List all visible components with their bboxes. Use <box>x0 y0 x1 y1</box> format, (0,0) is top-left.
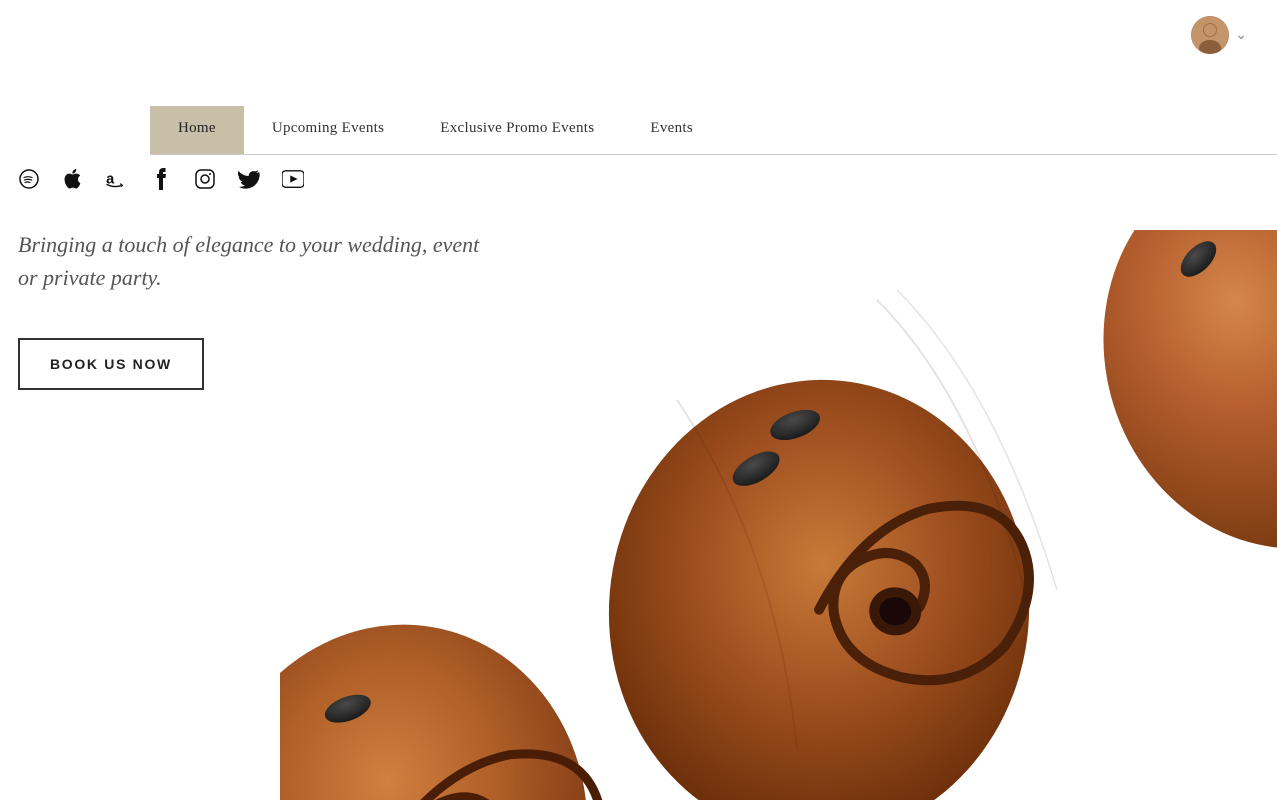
nav-item-exclusive-promo[interactable]: Exclusive Promo Events <box>412 106 622 154</box>
nav-item-events[interactable]: Events <box>622 106 721 154</box>
spotify-icon[interactable] <box>18 168 40 190</box>
violin-hero-image <box>280 230 1277 800</box>
book-us-now-button[interactable]: BOOK US NOW <box>18 338 204 390</box>
facebook-icon[interactable] <box>150 168 172 190</box>
amazon-icon[interactable]: a <box>106 168 128 190</box>
nav-bar: Home Upcoming Events Exclusive Promo Eve… <box>150 106 1277 155</box>
top-bar: ⌄ <box>0 0 1277 70</box>
nav-item-home[interactable]: Home <box>150 106 244 154</box>
instagram-icon[interactable] <box>194 168 216 190</box>
twitter-icon[interactable] <box>238 168 260 190</box>
social-bar: a <box>18 168 304 190</box>
chevron-down-icon: ⌄ <box>1235 27 1247 44</box>
user-menu[interactable]: ⌄ <box>1191 16 1247 54</box>
youtube-icon[interactable] <box>282 168 304 190</box>
apple-icon[interactable] <box>62 168 84 190</box>
nav-item-upcoming-events[interactable]: Upcoming Events <box>244 106 412 154</box>
user-avatar <box>1191 16 1229 54</box>
